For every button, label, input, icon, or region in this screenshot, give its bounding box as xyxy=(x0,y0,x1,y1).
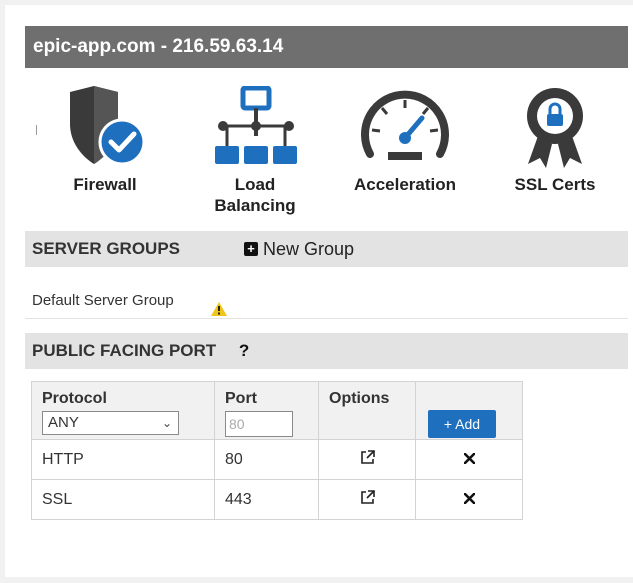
protocol-select[interactable]: ANY ⌄ xyxy=(42,411,179,435)
feature-ssl-certs[interactable]: SSL Certs xyxy=(485,70,625,195)
port-cell: 443 xyxy=(214,479,319,520)
table-row: SSL 443 xyxy=(31,479,523,520)
certificate-lock-icon xyxy=(485,70,625,170)
table-header-row: Protocol ANY ⌄ Port 80 Options + Add xyxy=(31,381,523,440)
column-label: Options xyxy=(329,390,390,407)
help-icon[interactable]: ? xyxy=(239,341,249,360)
protocol-header: Protocol ANY ⌄ xyxy=(31,381,215,440)
feature-label: Load Balancing xyxy=(185,174,325,216)
warning-icon xyxy=(211,293,227,330)
feature-label: Acceleration xyxy=(353,175,457,194)
feature-label: Firewall xyxy=(73,175,137,194)
plus-icon: + xyxy=(244,242,258,256)
options-header: Options xyxy=(318,381,416,440)
port-header: Port 80 xyxy=(214,381,319,440)
port-cell: 80 xyxy=(214,439,319,480)
table-row: HTTP 80 xyxy=(31,439,523,480)
column-label: Port xyxy=(225,390,257,407)
feature-acceleration[interactable]: Acceleration xyxy=(335,70,475,195)
add-header: + Add xyxy=(415,381,523,440)
shield-check-icon xyxy=(35,70,175,170)
external-link-icon[interactable] xyxy=(318,439,416,480)
section-title: PUBLIC FACING PORT xyxy=(32,341,217,360)
chevron-down-icon: ⌄ xyxy=(161,416,172,430)
ports-table: Protocol ANY ⌄ Port 80 Options + Add HTT… xyxy=(31,381,523,520)
feature-firewall[interactable]: Firewall xyxy=(35,70,175,195)
server-group-name: Default Server Group xyxy=(32,292,174,309)
feature-load-balancing[interactable]: Load Balancing xyxy=(185,70,325,216)
protocol-select-value: ANY xyxy=(48,414,79,431)
delete-icon[interactable] xyxy=(415,479,523,520)
external-link-icon[interactable] xyxy=(318,479,416,520)
protocol-cell: HTTP xyxy=(31,439,215,480)
delete-icon[interactable] xyxy=(415,439,523,480)
port-input[interactable]: 80 xyxy=(225,411,293,437)
new-group-label: New Group xyxy=(263,239,355,259)
label-line1: Load xyxy=(234,175,276,194)
section-title: SERVER GROUPS xyxy=(32,239,181,258)
feature-label: SSL Certs xyxy=(514,175,596,194)
label-line2: Balancing xyxy=(214,196,296,215)
column-label: Protocol xyxy=(42,390,107,407)
network-hierarchy-icon xyxy=(185,70,325,170)
speedometer-icon xyxy=(335,70,475,170)
list-item[interactable]: Default Server Group xyxy=(25,282,628,319)
add-button[interactable]: + Add xyxy=(428,410,496,438)
protocol-cell: SSL xyxy=(31,479,215,520)
new-group-button[interactable]: + New Group xyxy=(244,231,354,267)
server-groups-header: SERVER GROUPS + New Group xyxy=(25,231,628,267)
feature-icons: Firewall Load Balancing Acceleration SSL… xyxy=(25,70,628,220)
public-port-header: PUBLIC FACING PORT ? xyxy=(25,333,628,369)
page-title: epic-app.com - 216.59.63.14 xyxy=(25,26,628,68)
